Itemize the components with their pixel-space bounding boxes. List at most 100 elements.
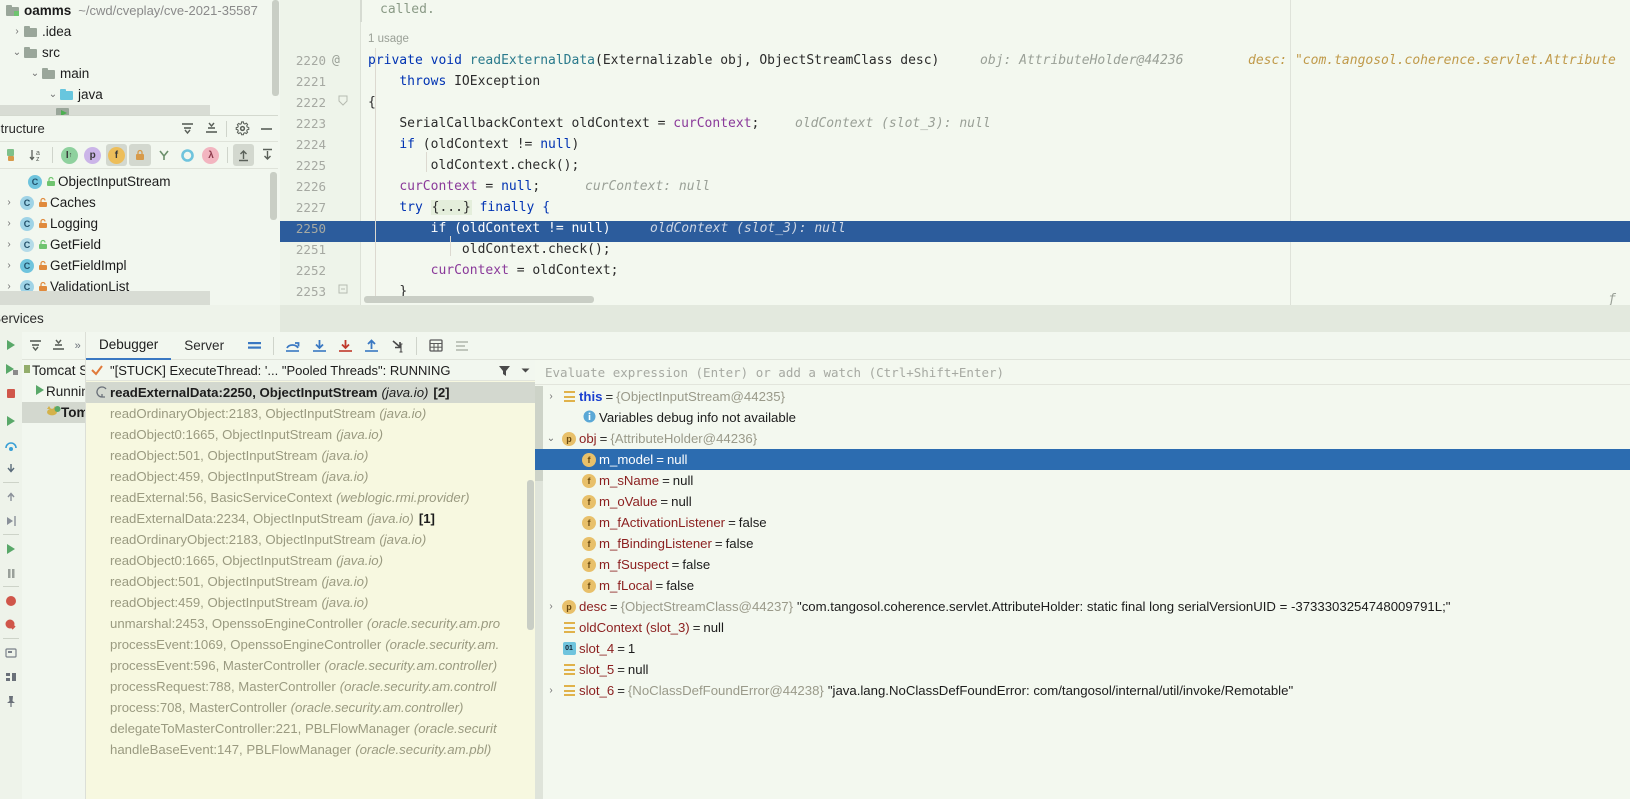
stack-frame-row[interactable]: processRequest:788, MasterController (ora… bbox=[86, 676, 535, 697]
frames-list[interactable]: readExternalData:2250, ObjectInputStream… bbox=[86, 382, 535, 799]
annotation-marker[interactable]: @ bbox=[332, 53, 352, 68]
debug-actions-rail[interactable] bbox=[0, 332, 22, 799]
chevron-right-icon[interactable]: › bbox=[543, 685, 559, 696]
run-icon[interactable] bbox=[2, 336, 20, 354]
stack-frame-row[interactable]: readObject:501, ObjectInputStream (java.i… bbox=[86, 571, 535, 592]
variables-list[interactable]: › this = {ObjectInputStream@44235} Variables… bbox=[535, 386, 1630, 799]
show-lambdas-icon[interactable]: λ bbox=[200, 144, 222, 166]
run-to-cursor-icon[interactable] bbox=[2, 512, 20, 530]
variable-row[interactable]: f m_fActivationListener = false bbox=[535, 512, 1630, 533]
step-out-icon[interactable] bbox=[2, 488, 20, 506]
expand-all-icon[interactable] bbox=[24, 335, 46, 357]
show-inherited-icon[interactable]: I ↑ bbox=[58, 144, 80, 166]
stack-frame-row[interactable]: processEvent:596, MasterController (oracl… bbox=[86, 655, 535, 676]
step-over-icon[interactable] bbox=[2, 436, 20, 454]
variable-row[interactable]: f m_oValue = null bbox=[535, 491, 1630, 512]
thread-selector[interactable]: "[STUCK] ExecuteThread: '... "Pooled Thr… bbox=[86, 360, 535, 381]
resume-icon[interactable] bbox=[2, 412, 20, 430]
chevron-right-icon[interactable]: › bbox=[0, 260, 18, 271]
structure-item-getfield[interactable]: › C GetField bbox=[0, 234, 278, 255]
code-line-2224[interactable]: if (oldContext != null) bbox=[368, 137, 579, 152]
chevron-down-icon[interactable]: ⌄ bbox=[543, 433, 559, 444]
variable-row[interactable]: slot_5 = null bbox=[535, 659, 1630, 680]
variable-row[interactable]: › this = {ObjectInputStream@44235} bbox=[535, 386, 1630, 407]
force-step-into-icon[interactable] bbox=[332, 334, 358, 358]
usage-count-label[interactable]: 1 usage bbox=[368, 33, 409, 45]
code-line-2227[interactable]: try {...} finally { bbox=[368, 200, 550, 215]
pin-icon[interactable] bbox=[2, 692, 20, 710]
stack-frame-row[interactable]: handleBaseEvent:147, PBLFlowManager (orac… bbox=[86, 739, 535, 760]
collapse-all-icon[interactable] bbox=[256, 144, 278, 166]
step-into-icon[interactable] bbox=[2, 460, 20, 478]
evaluate-expression-bar[interactable]: Evaluate expression (Enter) or add a wat… bbox=[535, 360, 1630, 385]
mute-breakpoints-icon[interactable] bbox=[2, 592, 20, 610]
structure-item-caches[interactable]: › C Caches bbox=[0, 192, 278, 213]
group-methods-icon[interactable] bbox=[177, 144, 199, 166]
stack-frame-row[interactable]: unmarshal:2453, OpenssoEngineController(… bbox=[86, 613, 535, 634]
stack-frame-row[interactable]: processEvent:1069, OpenssoEngineControll… bbox=[86, 634, 535, 655]
code-line-2223[interactable]: SerialCallbackContext oldContext = curCo… bbox=[368, 116, 759, 131]
sort-alphabetically-icon[interactable]: az bbox=[26, 144, 48, 166]
project-item-main[interactable]: ⌄ main bbox=[0, 63, 280, 84]
chevron-right-icon[interactable]: › bbox=[10, 26, 24, 37]
stack-frame-row[interactable]: readOrdinaryObject:2183, ObjectInputStre… bbox=[86, 529, 535, 550]
debugger-tab-bar[interactable]: Debugger Server bbox=[86, 332, 1630, 360]
stack-frame-row[interactable]: readExternal:56, BasicServiceContext (web… bbox=[86, 487, 535, 508]
chevron-down-icon[interactable] bbox=[515, 365, 535, 376]
resume-program-icon[interactable] bbox=[2, 540, 20, 558]
code-line-2251[interactable]: oldContext.check(); bbox=[368, 242, 611, 257]
chevron-right-icon[interactable]: › bbox=[0, 197, 18, 208]
evaluate-icon[interactable] bbox=[2, 644, 20, 662]
services-tree[interactable]: » Tomcat S Runnin Tom bbox=[22, 332, 86, 799]
run-to-cursor-icon[interactable] bbox=[384, 334, 410, 358]
layout-settings-icon[interactable] bbox=[2, 668, 20, 686]
stack-frame-row[interactable]: delegateToMasterController:221, PBLFlowM… bbox=[86, 718, 535, 739]
view-breakpoints-icon[interactable] bbox=[2, 616, 20, 634]
project-scrollbar[interactable] bbox=[272, 0, 279, 96]
evaluate-expression-icon[interactable] bbox=[423, 334, 449, 358]
collapse-all-icon[interactable] bbox=[199, 118, 223, 140]
services-toolbar[interactable]: » bbox=[22, 332, 85, 360]
chevron-right-icon[interactable]: › bbox=[543, 601, 559, 612]
code-line-2220[interactable]: private void readExternalData(Externaliz… bbox=[368, 53, 939, 68]
show-anonymous-icon[interactable] bbox=[153, 144, 175, 166]
stack-frame-row[interactable]: readObject:501, ObjectInputStream (java.i… bbox=[86, 445, 535, 466]
variables-panel[interactable]: Evaluate expression (Enter) or add a wat… bbox=[535, 360, 1630, 799]
variable-row[interactable]: ⌄ p obj = {AttributeHolder@44236} bbox=[535, 428, 1630, 449]
editor-horizontal-scrollbar[interactable] bbox=[364, 296, 594, 303]
services-item-tomcat-server[interactable]: Tomcat S bbox=[22, 360, 85, 381]
code-line-2226[interactable]: curContext = null; bbox=[368, 179, 540, 194]
expand-all-icon[interactable] bbox=[232, 144, 255, 166]
collapsed-block-marker[interactable]: {...} bbox=[430, 200, 472, 215]
pause-icon[interactable] bbox=[2, 564, 20, 582]
stack-frame-row[interactable]: readExternalData:2250, ObjectInputStream… bbox=[86, 382, 535, 403]
services-item-tomcat-instance[interactable]: Tom bbox=[22, 402, 85, 423]
tab-debugger[interactable]: Debugger bbox=[86, 332, 172, 360]
step-into-icon[interactable] bbox=[306, 334, 332, 358]
structure-scrollbar[interactable] bbox=[270, 172, 277, 220]
structure-item-getfieldimpl[interactable]: › C GetFieldImpl bbox=[0, 255, 278, 276]
stack-frame-row[interactable]: readExternalData:2234, ObjectInputStream… bbox=[86, 508, 535, 529]
project-item-src[interactable]: ⌄ src bbox=[0, 42, 280, 63]
more-icon[interactable]: » bbox=[70, 335, 85, 357]
stack-frame-row[interactable]: readObject:459, ObjectInputStream (java.i… bbox=[86, 466, 535, 487]
structure-toolbar[interactable]: az I ↑ p f λ bbox=[0, 142, 278, 169]
code-editor[interactable]: called. 1 usage 2220 2221 2222 2223 2224… bbox=[280, 0, 1630, 305]
collapse-all-icon[interactable] bbox=[47, 335, 69, 357]
show-properties-icon[interactable]: p bbox=[82, 144, 104, 166]
structure-panel[interactable]: Structure az I↑ p bbox=[0, 115, 278, 305]
fold-marker-icon[interactable] bbox=[338, 284, 348, 299]
stack-frame-row[interactable]: readObject0:1665, ObjectInputStream (java… bbox=[86, 424, 535, 445]
code-line-2225[interactable]: oldContext.check(); bbox=[368, 158, 580, 173]
structure-item-objectinputstream[interactable]: C ObjectInputStream bbox=[0, 171, 278, 192]
stack-frame-row[interactable]: process:708, MasterController (oracle.sec… bbox=[86, 697, 535, 718]
variable-row[interactable]: oldContext (slot_3) = null bbox=[535, 617, 1630, 638]
minimize-icon[interactable] bbox=[254, 118, 278, 140]
editor-gutter[interactable] bbox=[280, 0, 360, 305]
structure-item-logging[interactable]: › C Logging bbox=[0, 213, 278, 234]
variable-row[interactable]: › slot_6 = {NoClassDefFoundError@44238} "jav… bbox=[535, 680, 1630, 701]
step-over-icon[interactable] bbox=[280, 334, 306, 358]
stack-frame-row[interactable]: readOrdinaryObject:2183, ObjectInputStre… bbox=[86, 403, 535, 424]
chevron-down-icon[interactable]: ⌄ bbox=[28, 68, 42, 79]
settings-icon[interactable] bbox=[449, 334, 475, 358]
